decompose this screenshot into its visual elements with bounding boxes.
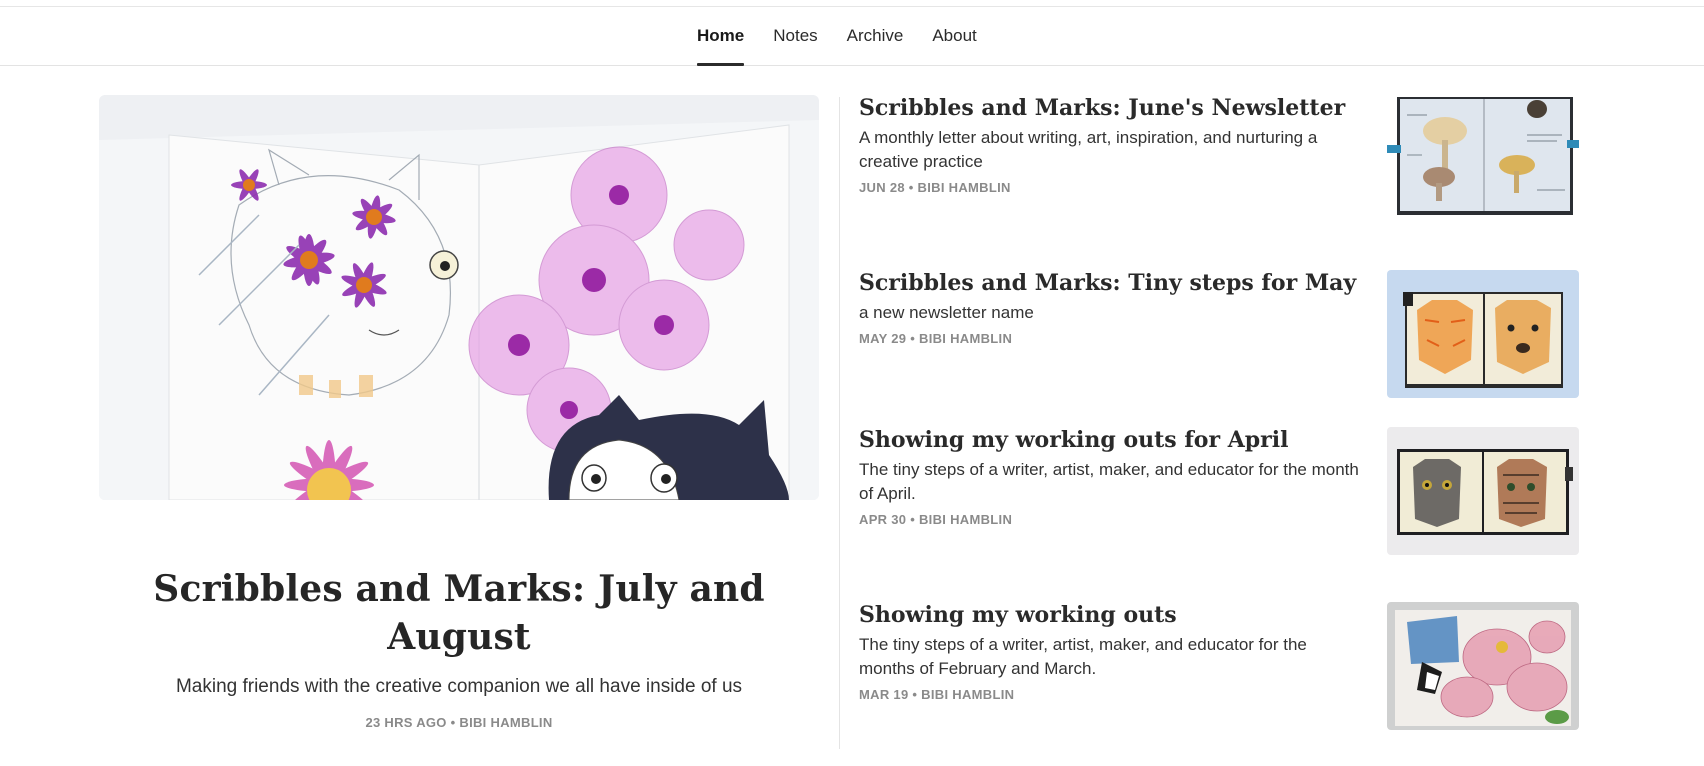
- nav-notes[interactable]: Notes: [773, 7, 817, 65]
- post-title[interactable]: Showing my working outs for April: [859, 425, 1359, 455]
- featured-post: Scribbles and Marks: July and August Mak…: [99, 565, 819, 730]
- post-item: Showing my working outs for April The ti…: [859, 427, 1579, 555]
- post-thumbnail[interactable]: [1387, 427, 1579, 555]
- post-meta: MAY 29 • BIBI HAMBLIN: [859, 331, 1013, 346]
- nav-home[interactable]: Home: [697, 7, 745, 66]
- post-thumbnail[interactable]: [1387, 95, 1579, 223]
- column-divider: [839, 97, 840, 749]
- post-text: Showing my working outs The tiny steps o…: [859, 602, 1359, 702]
- post-title[interactable]: Showing my working outs: [859, 600, 1359, 630]
- nav-archive[interactable]: Archive: [847, 7, 904, 65]
- post-title[interactable]: Scribbles and Marks: June's Newsletter: [859, 93, 1359, 123]
- post-subtitle[interactable]: a new newsletter name: [859, 301, 1359, 325]
- post-meta: JUN 28 • BIBI HAMBLIN: [859, 180, 1011, 195]
- post-subtitle[interactable]: The tiny steps of a writer, artist, make…: [859, 633, 1359, 681]
- post-text: Showing my working outs for April The ti…: [859, 427, 1359, 527]
- featured-post-title[interactable]: Scribbles and Marks: July and August: [99, 565, 819, 661]
- post-subtitle[interactable]: A monthly letter about writing, art, ins…: [859, 126, 1359, 174]
- featured-post-subtitle[interactable]: Making friends with the creative compani…: [99, 675, 819, 699]
- featured-post-image[interactable]: [99, 95, 819, 500]
- nav-about[interactable]: About: [932, 7, 976, 65]
- post-thumbnail[interactable]: [1387, 270, 1579, 398]
- post-meta: APR 30 • BIBI HAMBLIN: [859, 512, 1013, 527]
- post-item: Scribbles and Marks: Tiny steps for May …: [859, 270, 1579, 398]
- post-meta: MAR 19 • BIBI HAMBLIN: [859, 687, 1015, 702]
- post-text: Scribbles and Marks: Tiny steps for May …: [859, 270, 1359, 346]
- post-thumbnail[interactable]: [1387, 602, 1579, 730]
- post-subtitle[interactable]: The tiny steps of a writer, artist, make…: [859, 458, 1359, 506]
- top-nav: Home Notes Archive About: [0, 7, 1704, 66]
- post-item: Scribbles and Marks: June's Newsletter A…: [859, 95, 1579, 223]
- nav-items: Home Notes Archive About: [697, 7, 1006, 66]
- post-text: Scribbles and Marks: June's Newsletter A…: [859, 95, 1359, 195]
- featured-post-meta: 23 HRS AGO • BIBI HAMBLIN: [365, 715, 553, 730]
- post-item: Showing my working outs The tiny steps o…: [859, 602, 1579, 730]
- post-title[interactable]: Scribbles and Marks: Tiny steps for May: [859, 268, 1359, 298]
